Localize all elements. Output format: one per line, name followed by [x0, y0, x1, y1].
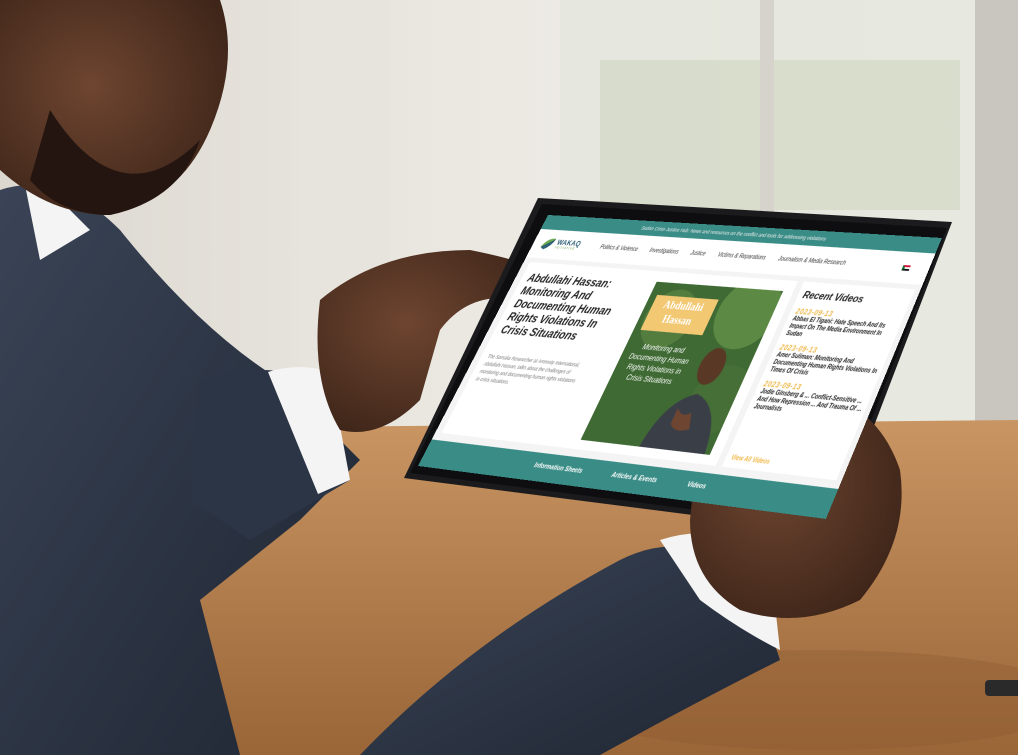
recent-videos-title: Recent Videos	[800, 289, 866, 305]
nav-item-politics-violence[interactable]: Politics & Violence	[599, 244, 639, 253]
nav-item-investigations[interactable]: Investigations	[648, 247, 680, 255]
nav-item-justice[interactable]: Justice	[689, 250, 707, 257]
list-item[interactable]: 2023-09-13 Abbas El Tigani: Hate Speech …	[785, 307, 903, 346]
view-all-videos-link[interactable]: View All Videos	[730, 454, 771, 466]
featured-description: The Somalia Researcher at Amnesty Intern…	[474, 353, 582, 386]
main-nav: Politics & Violence Investigations Justi…	[599, 244, 847, 266]
window-greenery	[600, 60, 960, 210]
section-information-sheets[interactable]: Information Sheets	[533, 461, 584, 475]
phone-on-table	[985, 680, 1018, 696]
nav-item-journalism-media[interactable]: Journalism & Media Research	[777, 256, 847, 267]
section-articles-events[interactable]: Articles & Events	[610, 471, 659, 484]
nav-item-victims-reparations[interactable]: Victims & Reparations	[716, 252, 767, 261]
site-logo[interactable]: WAKAQ INITIATIVE	[537, 236, 594, 256]
window-frame	[975, 0, 1018, 460]
language-flag-icon[interactable]	[901, 265, 911, 271]
list-item[interactable]: 2023-09-13 Jodie Ginsberg & ... Conflict…	[752, 379, 871, 422]
section-videos[interactable]: Videos	[686, 480, 708, 490]
logo-subtitle: INITIATIVE	[553, 246, 576, 251]
list-item[interactable]: 2023-09-13 Amer Suliman: Monitoring And …	[768, 343, 887, 384]
featured-title[interactable]: Abdullahi Hassan: Monitoring And Documen…	[498, 271, 635, 345]
